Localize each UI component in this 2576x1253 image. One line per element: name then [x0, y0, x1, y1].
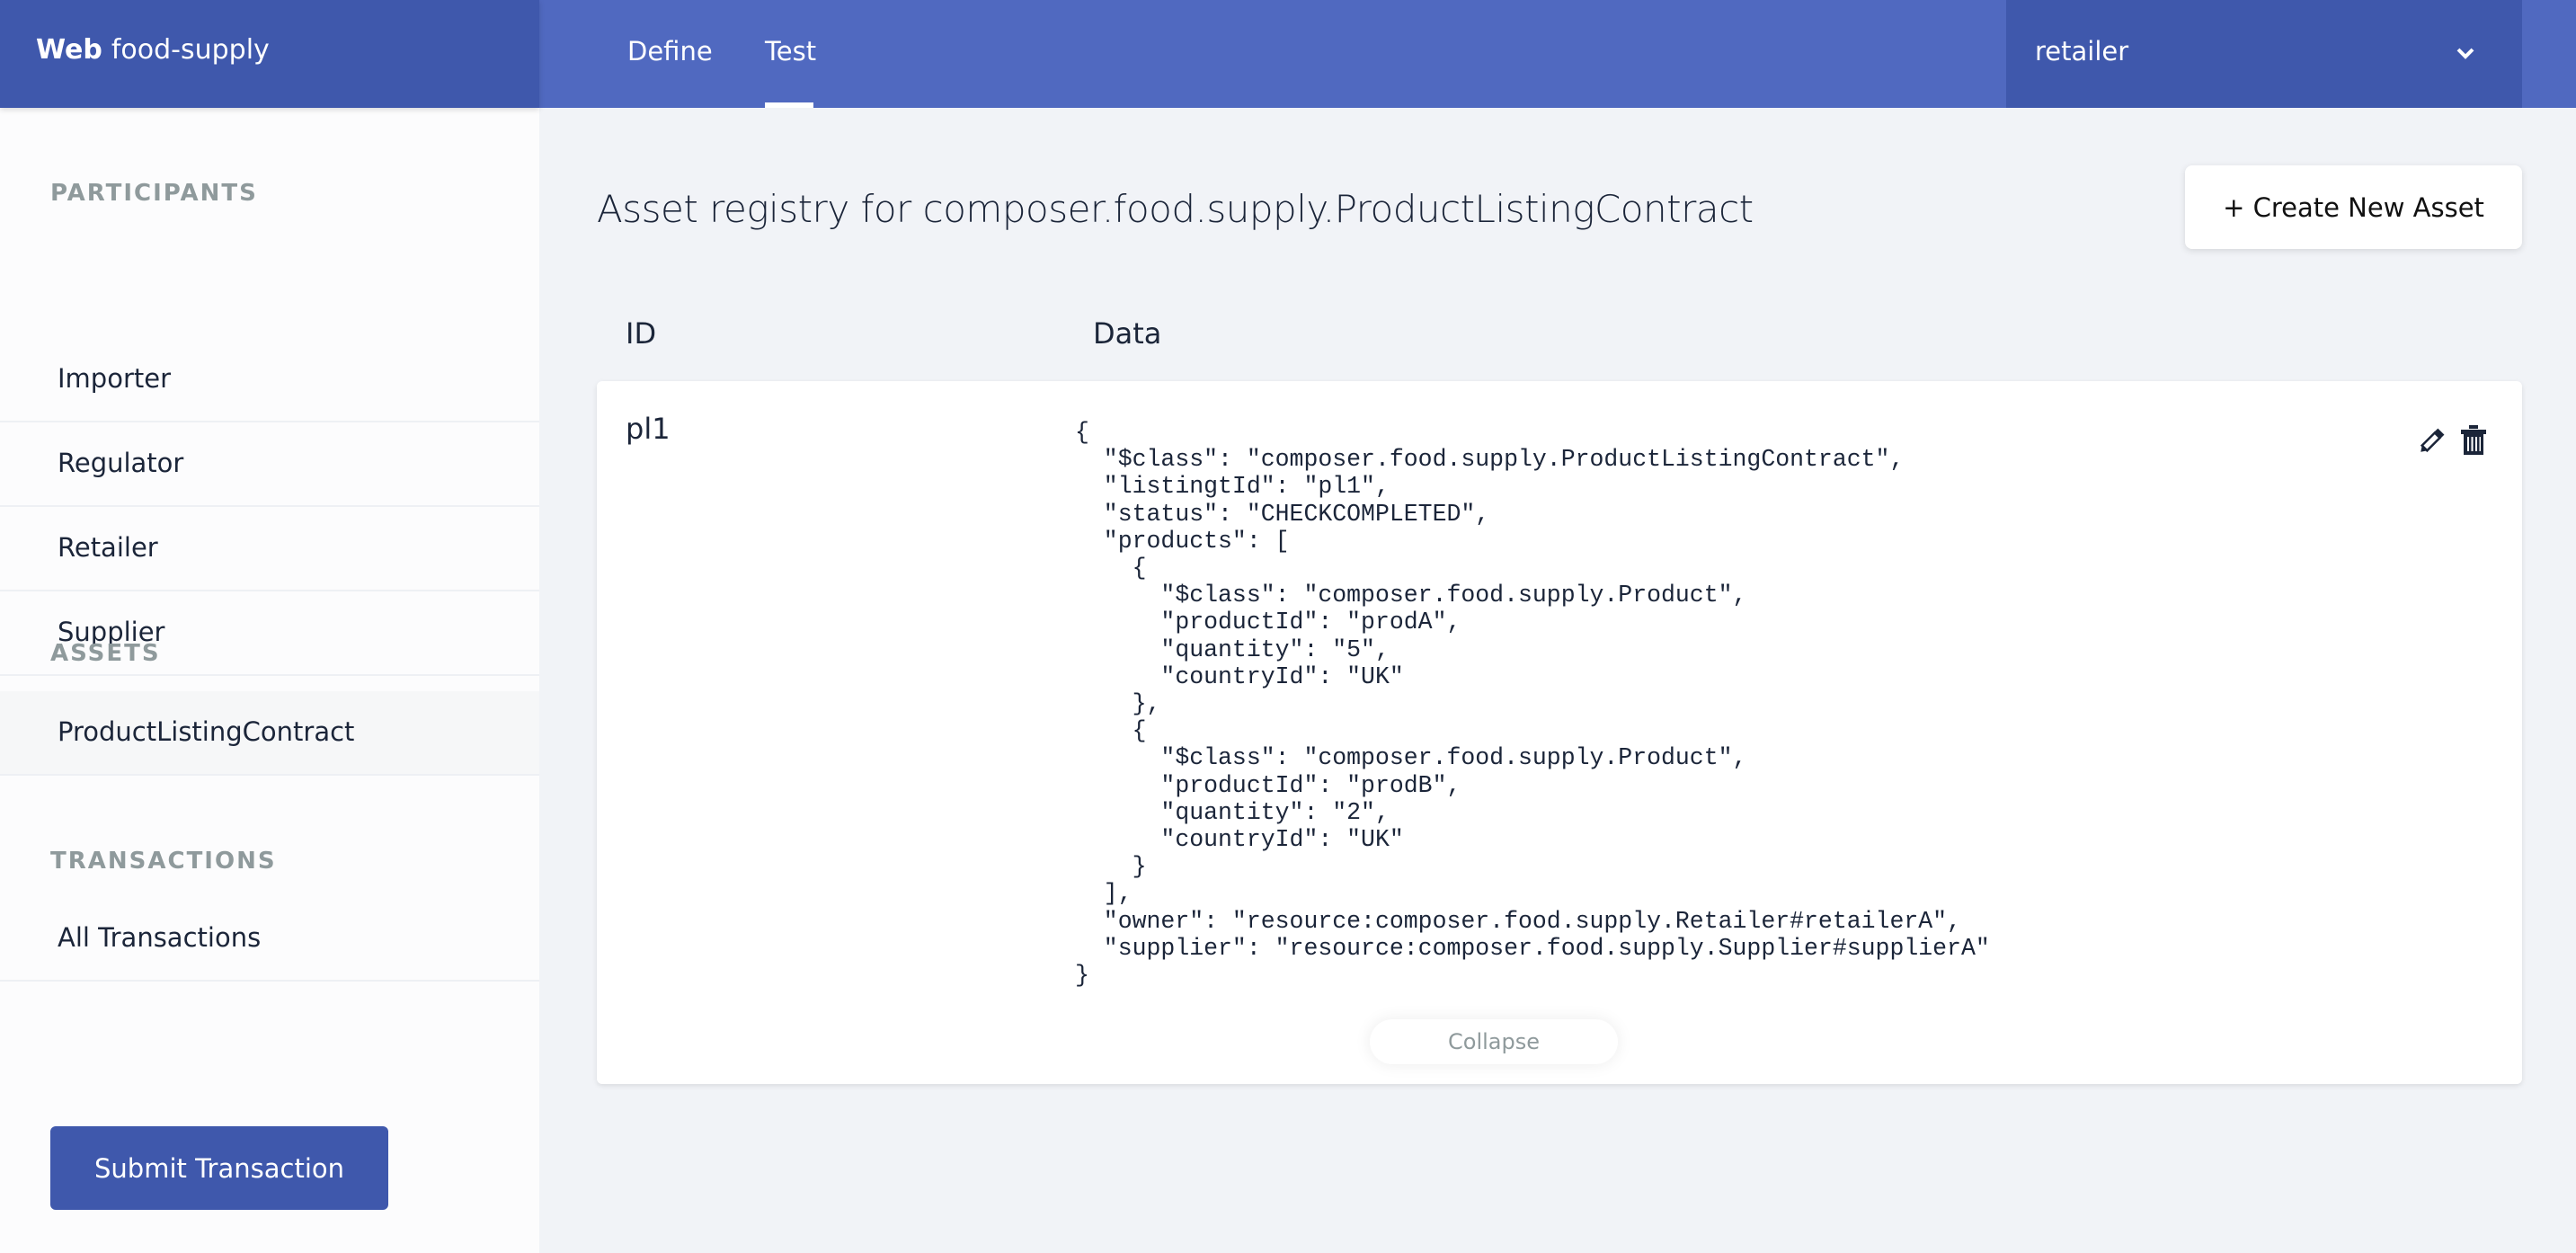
sidebar-item-importer[interactable]: Importer — [0, 338, 539, 422]
brand-area: Web food-supply — [0, 0, 539, 108]
submit-transaction-button[interactable]: Submit Transaction — [50, 1126, 388, 1210]
asset-data-json: { "$class": "composer.food.supply.Produc… — [1075, 419, 1990, 990]
trash-icon — [2461, 425, 2486, 455]
sidebar-item-label: All Transactions — [58, 922, 262, 953]
sidebar: PARTICIPANTS Importer Regulator Retailer… — [0, 108, 539, 1253]
brand-name: food-supply — [111, 34, 270, 66]
delete-asset-button[interactable] — [2456, 422, 2492, 458]
sidebar-item-all-transactions[interactable]: All Transactions — [0, 897, 539, 982]
participants-section-title: PARTICIPANTS — [50, 180, 258, 207]
top-header: Web food-supply Define Test retailer — [0, 0, 2576, 108]
identity-selected: retailer — [2035, 36, 2129, 67]
sidebar-item-label: ProductListingContract — [58, 716, 355, 747]
sidebar-item-label: Regulator — [58, 448, 184, 478]
sidebar-item-retailer[interactable]: Retailer — [0, 507, 539, 591]
identity-dropdown[interactable]: retailer — [2006, 0, 2522, 108]
create-new-asset-button[interactable]: + Create New Asset — [2185, 165, 2522, 249]
collapse-button[interactable]: Collapse — [1370, 1019, 1618, 1064]
brand-bold: Web — [36, 34, 102, 66]
column-header-data: Data — [1093, 316, 1162, 351]
edit-asset-button[interactable] — [2414, 422, 2450, 458]
sidebar-item-regulator[interactable]: Regulator — [0, 422, 539, 507]
column-header-id: ID — [626, 316, 657, 351]
transactions-section-title: TRANSACTIONS — [50, 848, 277, 875]
tab-test[interactable]: Test — [765, 36, 816, 67]
assets-section-title: ASSETS — [50, 640, 161, 667]
tab-define[interactable]: Define — [627, 36, 713, 67]
sidebar-item-label: Importer — [58, 363, 172, 394]
asset-row: pl1 { "$class": "composer.food.supply.Pr… — [597, 381, 2522, 1084]
sidebar-item-productlistingcontract[interactable]: ProductListingContract — [0, 691, 539, 776]
sidebar-item-label: Retailer — [58, 532, 158, 563]
chevron-down-icon — [2456, 48, 2474, 59]
pencil-icon — [2420, 428, 2445, 453]
app-title: Web food-supply — [36, 34, 270, 66]
asset-id: pl1 — [626, 412, 671, 446]
page-title: Asset registry for composer.food.supply.… — [597, 187, 1754, 231]
active-tab-indicator — [765, 102, 813, 108]
